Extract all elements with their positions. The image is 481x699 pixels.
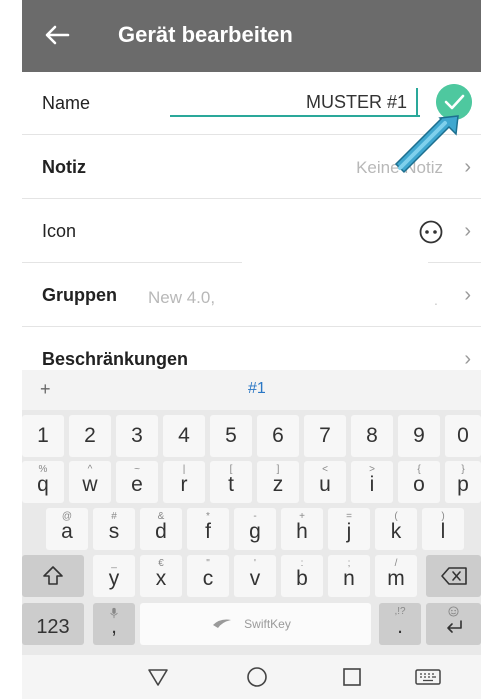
groups-value: New 4.0, [148, 288, 216, 307]
suggestion-word[interactable]: #1 [248, 380, 266, 398]
key-m[interactable]: / m [375, 555, 417, 597]
back-triangle-icon[interactable] [146, 665, 170, 689]
key-4[interactable]: 4 [163, 415, 205, 457]
key-g[interactable]: -g [234, 508, 276, 550]
groups-label: Gruppen [42, 285, 117, 305]
key-f[interactable]: * f [187, 508, 229, 550]
key-e[interactable]: ~ e [116, 461, 158, 503]
backspace-icon [441, 567, 467, 585]
key-5[interactable]: 5 [210, 415, 252, 457]
key-2[interactable]: 2 [69, 415, 111, 457]
key-z[interactable]: ] z [257, 461, 299, 503]
backspace-key[interactable] [426, 555, 481, 597]
name-label: Name [42, 93, 91, 113]
divider [22, 262, 242, 263]
key-q[interactable]: % q [22, 461, 64, 503]
enter-icon [447, 620, 462, 633]
home-circle-icon[interactable] [245, 665, 269, 689]
key-3[interactable]: 3 [116, 415, 158, 457]
key-7[interactable]: 7 [304, 415, 346, 457]
key-x[interactable]: € x [140, 555, 182, 597]
key-t[interactable]: [t [210, 461, 252, 503]
shift-arrow-icon [43, 566, 63, 585]
key-h[interactable]: + h [281, 508, 323, 550]
key-v[interactable]: ' v [234, 555, 276, 597]
divider [428, 262, 481, 263]
key-j[interactable]: = j [328, 508, 370, 550]
numbers-mode-key[interactable]: 123 [22, 603, 84, 645]
key-y[interactable]: _ y [93, 555, 135, 597]
divider [22, 198, 481, 199]
app-frame: Gerät bearbeiten Name MUSTER #1 Notiz › … [22, 0, 481, 699]
chevron-right-icon: › [464, 348, 471, 370]
app-bar: Gerät bearbeiten [22, 0, 481, 72]
onscreen-keyboard: + #1 1 2 3 4 5 6 7 8 9 0 % q ^ w ~ e | r [t … [22, 370, 481, 699]
annotation-arrow-icon [394, 115, 459, 174]
back-arrow-icon[interactable] [42, 22, 72, 48]
keyboard-switch-icon[interactable] [414, 665, 442, 689]
system-navigation-bar [22, 655, 481, 699]
key-k[interactable]: (k [375, 508, 417, 550]
device-face-icon [419, 220, 443, 244]
key-n[interactable]: ; n [328, 555, 370, 597]
key-w[interactable]: ^ w [69, 461, 111, 503]
space-bar-brand: SwiftKey [244, 617, 291, 631]
note-label: Notiz [42, 157, 86, 177]
comma-key[interactable]: , [93, 603, 135, 645]
key-0[interactable]: 0 [445, 415, 481, 457]
icon-label: Icon [42, 221, 77, 241]
ellipsis-dot: . [434, 292, 438, 308]
key-r[interactable]: | r [163, 461, 205, 503]
recents-square-icon[interactable] [340, 665, 364, 689]
groups-row[interactable]: Gruppen › [22, 264, 481, 328]
key-6[interactable]: 6 [257, 415, 299, 457]
shift-key[interactable] [22, 555, 84, 597]
key-1[interactable]: 1 [22, 415, 64, 457]
emoji-small-icon [448, 606, 459, 617]
key-a[interactable]: @ a [46, 508, 88, 550]
key-c[interactable]: " c [187, 555, 229, 597]
icon-row[interactable]: Icon › [22, 200, 481, 264]
key-p[interactable]: } p [445, 461, 481, 503]
suggestion-bar: + #1 [22, 370, 481, 410]
page-title: Gerät bearbeiten [118, 22, 293, 47]
key-l[interactable]: ) l [422, 508, 464, 550]
restrictions-label: Beschränkungen [42, 349, 189, 369]
key-s[interactable]: # s [93, 508, 135, 550]
key-9[interactable]: 9 [398, 415, 440, 457]
expand-toolbar-button[interactable]: + [40, 379, 51, 400]
enter-key[interactable] [426, 603, 481, 645]
chevron-right-icon: › [464, 284, 471, 306]
chevron-right-icon: › [464, 220, 471, 242]
key-b[interactable]: :b [281, 555, 323, 597]
divider [22, 326, 481, 327]
key-o[interactable]: {o [398, 461, 440, 503]
period-key[interactable]: ,!? . [379, 603, 421, 645]
key-8[interactable]: 8 [351, 415, 393, 457]
key-u[interactable]: < u [304, 461, 346, 503]
space-bar[interactable]: SwiftKey [140, 603, 371, 645]
key-i[interactable]: > i [351, 461, 393, 503]
key-d[interactable]: & d [140, 508, 182, 550]
